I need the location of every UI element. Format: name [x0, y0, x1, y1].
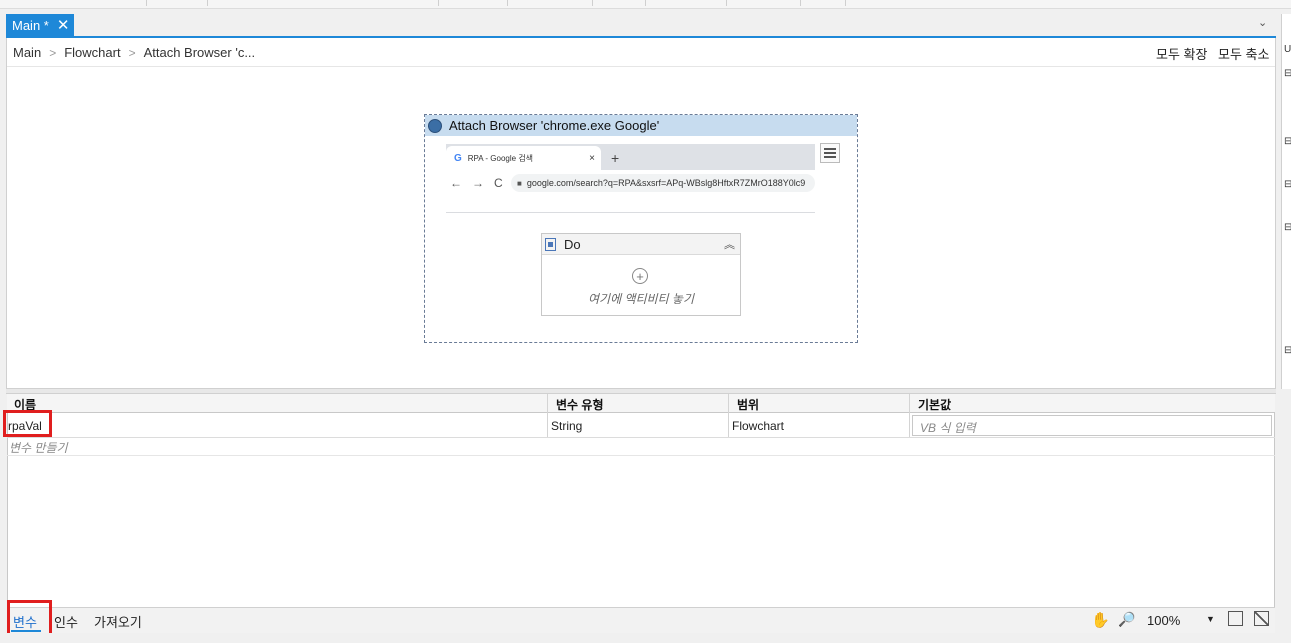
- browser-url: google.com/search?q=RPA&sxsrf=APq-WBslg8…: [526, 178, 806, 188]
- divider: [7, 455, 1275, 456]
- do-sequence-title: Do: [564, 236, 581, 252]
- column-header-type[interactable]: 변수 유형: [556, 396, 604, 413]
- hand-icon[interactable]: ✋: [1091, 611, 1110, 629]
- variable-type-cell[interactable]: String: [551, 419, 582, 433]
- overview-icon[interactable]: [1254, 611, 1269, 626]
- attach-browser-title: Attach Browser 'chrome.exe Google': [449, 118, 660, 133]
- tab-arguments[interactable]: 인수: [54, 612, 78, 631]
- search-icon[interactable]: 🔎: [1118, 611, 1135, 628]
- globe-icon: [428, 118, 442, 133]
- sequence-icon: [545, 237, 556, 251]
- right-panel-label: U: [1284, 44, 1291, 55]
- chevron-right-icon: >: [49, 45, 57, 60]
- tab-main-label: Main *: [12, 18, 49, 33]
- chevron-down-icon[interactable]: ▼: [1206, 614, 1215, 624]
- breadcrumb-item-main[interactable]: Main: [13, 45, 41, 60]
- collapse-all-button[interactable]: 모두 축소: [1218, 44, 1269, 63]
- lock-icon: ■: [517, 178, 522, 188]
- add-activity-icon[interactable]: +: [632, 268, 648, 284]
- expander-icon[interactable]: ⊟: [1284, 136, 1291, 147]
- chevron-right-icon: >: [128, 45, 136, 60]
- window-bottom: [0, 633, 1291, 643]
- document-tab-bar: [0, 9, 1276, 37]
- column-header-scope[interactable]: 범위: [737, 396, 759, 413]
- tab-imports[interactable]: 가져오기: [94, 612, 142, 631]
- breadcrumb: Main > Flowchart > Attach Browser 'c...: [13, 45, 255, 60]
- default-value-input[interactable]: VB 식 입력: [912, 415, 1272, 436]
- expander-icon[interactable]: ⊟: [1284, 179, 1291, 190]
- variables-table-header: 이름 변수 유형 범위 기본값: [7, 394, 1275, 413]
- zoom-level-select[interactable]: 100%: [1147, 613, 1180, 628]
- close-icon[interactable]: ✕: [57, 18, 70, 33]
- expander-icon[interactable]: ⊟: [1284, 222, 1291, 233]
- attach-browser-header[interactable]: Attach Browser 'chrome.exe Google': [425, 115, 857, 136]
- fit-to-screen-icon[interactable]: [1228, 611, 1243, 626]
- menu-icon[interactable]: [820, 143, 840, 163]
- chevron-down-icon[interactable]: ⌄: [1258, 16, 1267, 29]
- create-variable-button[interactable]: 변수 만들기: [9, 439, 68, 456]
- expand-all-button[interactable]: 모두 확장: [1156, 44, 1207, 63]
- expander-icon[interactable]: ⊟: [1284, 68, 1291, 79]
- browser-url-bar: ■ google.com/search?q=RPA&sxsrf=APq-WBsl…: [511, 174, 815, 192]
- collapse-icon[interactable]: ︽: [724, 236, 735, 252]
- browser-new-tab-icon: +: [611, 150, 620, 166]
- variable-scope-cell[interactable]: Flowchart: [732, 419, 784, 433]
- top-toolbar-strip: [0, 0, 1291, 9]
- google-logo-icon: G: [454, 152, 462, 164]
- tab-main[interactable]: Main * ✕: [6, 14, 74, 37]
- column-header-default[interactable]: 기본값: [918, 396, 951, 413]
- highlight-box: [3, 410, 52, 437]
- divider: [446, 212, 815, 213]
- drop-activity-hint: 여기에 액티비티 놓기: [587, 292, 695, 306]
- breadcrumb-item-attach-browser[interactable]: Attach Browser 'c...: [144, 45, 256, 60]
- breadcrumb-item-flowchart[interactable]: Flowchart: [64, 45, 120, 60]
- back-arrow-icon: ←: [450, 176, 462, 190]
- browser-tab-close-icon: ×: [589, 152, 595, 164]
- divider: [7, 66, 1275, 67]
- forward-arrow-icon: →: [472, 176, 484, 190]
- expander-icon[interactable]: ⊟: [1284, 345, 1291, 356]
- reload-icon: C: [494, 176, 503, 190]
- do-sequence-header[interactable]: Do: [542, 234, 740, 255]
- browser-tab: G RPA - Google 검색 ×: [446, 146, 601, 170]
- designer-bottom-bar: [7, 607, 1275, 633]
- browser-tab-title: RPA - Google 검색: [467, 153, 534, 163]
